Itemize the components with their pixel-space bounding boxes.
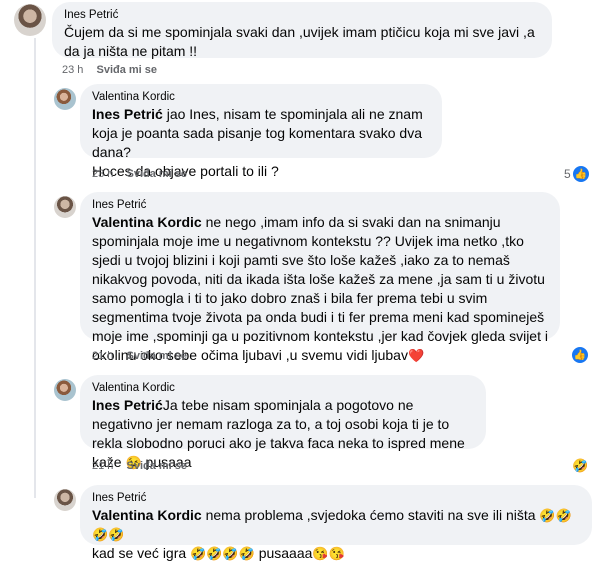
comment-bubble: Ines Petrić Čujem da si me spominjala sv… bbox=[52, 2, 552, 59]
like-icon: 👍 bbox=[572, 347, 588, 363]
comment-author[interactable]: Ines Petrić bbox=[64, 9, 540, 21]
comment-body: nema problema ,svjedoka ćemo staviti na … bbox=[201, 507, 540, 523]
mention-link[interactable]: Ines Petrić bbox=[92, 106, 163, 122]
comment-body-2: kad se već igra bbox=[92, 545, 187, 561]
comment-text: Valentina Kordic nema problema ,svjedoka… bbox=[92, 506, 580, 563]
comment-author[interactable]: Ines Petrić bbox=[92, 199, 548, 211]
comment-time[interactable]: 21 h bbox=[92, 350, 113, 362]
comment-bubble: Valentina Kordic Ines Petrić jao Ines, n… bbox=[80, 84, 442, 179]
comment-time[interactable]: 21 h bbox=[92, 460, 113, 472]
comment-meta: 23 h Sviđa mi se bbox=[92, 168, 187, 180]
reaction-summary[interactable]: 5 👍 bbox=[564, 166, 589, 182]
comment-author[interactable]: Valentina Kordic bbox=[92, 382, 474, 394]
comment-time[interactable]: 23 h bbox=[62, 64, 83, 76]
avatar[interactable] bbox=[14, 4, 46, 36]
like-button[interactable]: Sviđa mi se bbox=[126, 350, 187, 362]
avatar[interactable] bbox=[54, 88, 76, 110]
comment-author[interactable]: Valentina Kordic bbox=[92, 91, 430, 103]
comment-body-end: pusaaaa bbox=[254, 545, 313, 561]
avatar[interactable] bbox=[54, 379, 76, 401]
haha-icon[interactable]: 🤣 bbox=[572, 457, 589, 474]
avatar[interactable] bbox=[54, 489, 76, 511]
comment-body: ne nego ,imam info da si svaki dan na sn… bbox=[92, 214, 548, 363]
comment-author[interactable]: Ines Petrić bbox=[92, 492, 580, 504]
like-icon: 👍 bbox=[572, 166, 589, 182]
mention-link[interactable]: Valentina Kordic bbox=[92, 507, 202, 523]
like-button[interactable]: Sviđa mi se bbox=[126, 460, 187, 472]
kiss-emoji: 😘😘 bbox=[312, 546, 345, 561]
mention-link[interactable]: Valentina Kordic bbox=[92, 214, 202, 230]
comment-bubble: Ines Petrić Valentina Kordic ne nego ,im… bbox=[80, 192, 560, 363]
comment-bubble: Ines Petrić Valentina Kordic nema proble… bbox=[80, 485, 592, 561]
heart-emoji: ❤️ bbox=[407, 348, 425, 363]
comment-meta: 21 h Sviđa mi se bbox=[92, 350, 187, 362]
thread-line bbox=[34, 38, 36, 498]
comment-time[interactable]: 23 h bbox=[92, 168, 113, 180]
comment-meta: 23 h Sviđa mi se bbox=[62, 64, 157, 76]
avatar[interactable] bbox=[54, 196, 76, 218]
comment-meta: 21 h Sviđa mi se bbox=[92, 460, 187, 472]
mention-link[interactable]: Ines Petrić bbox=[92, 397, 163, 413]
comment-text: Valentina Kordic ne nego ,imam info da s… bbox=[92, 213, 548, 365]
like-button[interactable]: Sviđa mi se bbox=[96, 64, 157, 76]
laugh-emoji: 🤣🤣🤣🤣 bbox=[190, 546, 255, 561]
like-button[interactable]: Sviđa mi se bbox=[126, 168, 187, 180]
comment-text: Čujem da si me spominjala svaki dan ,uvi… bbox=[64, 24, 535, 59]
comment-bubble: Valentina Kordic Ines PetrićJa tebe nisa… bbox=[80, 375, 486, 470]
reaction-count: 5 bbox=[564, 167, 571, 181]
reaction-summary[interactable]: 👍 bbox=[572, 347, 588, 363]
